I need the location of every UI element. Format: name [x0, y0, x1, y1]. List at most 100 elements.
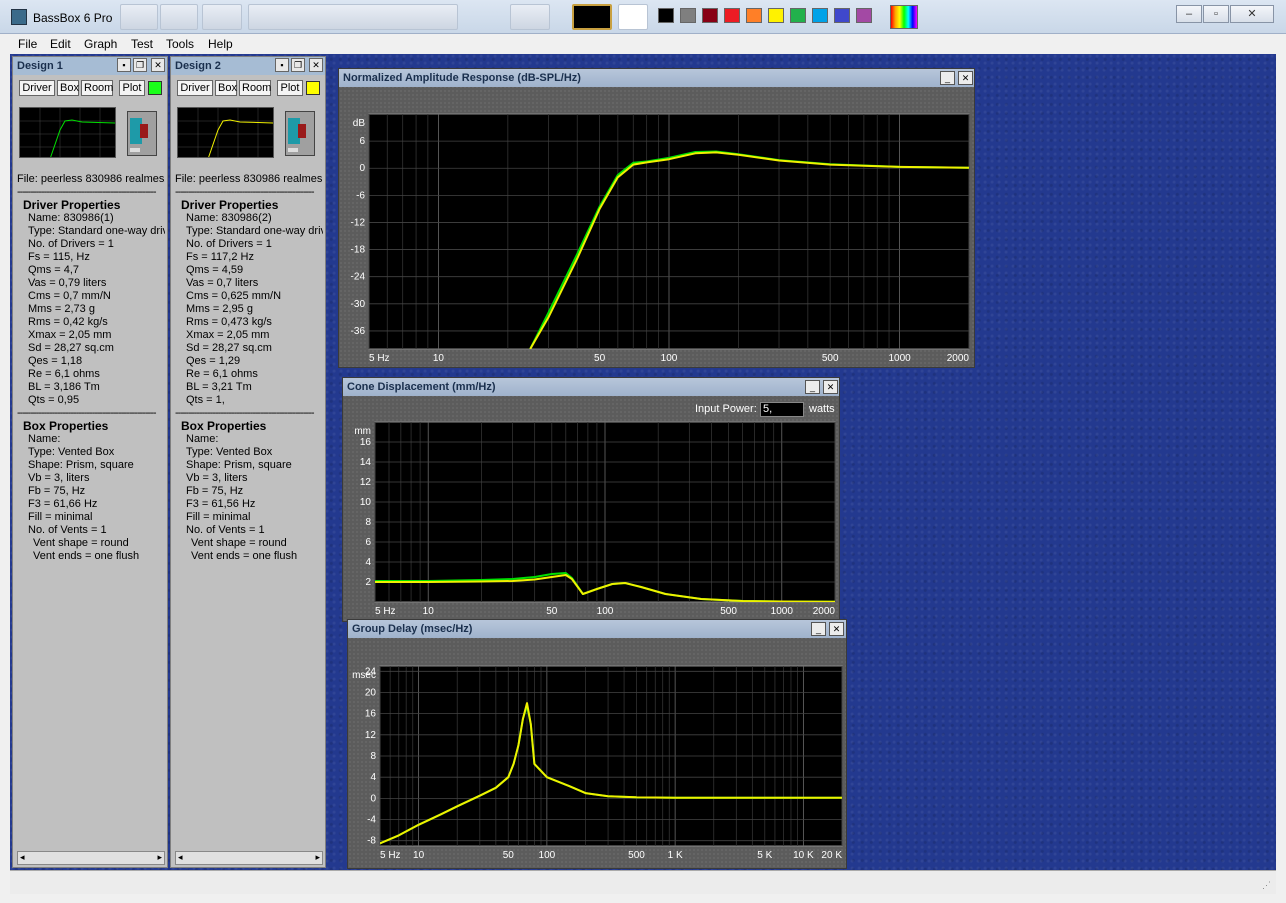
plot-color-swatch[interactable] — [306, 81, 320, 95]
y-tick-label: 12 — [360, 477, 372, 488]
save-icon[interactable]: ▪ — [275, 58, 289, 72]
x-tick-label: 50 — [503, 850, 515, 861]
copy-icon[interactable]: ❐ — [133, 58, 147, 72]
box-button[interactable]: Box — [215, 80, 237, 96]
x-tick-label: 500 — [822, 353, 839, 364]
edit-colors-button[interactable] — [890, 5, 918, 29]
menu-test[interactable]: Test — [131, 37, 153, 51]
copy-icon[interactable]: ❐ — [291, 58, 305, 72]
y-tick-label: 8 — [365, 517, 371, 528]
close-button[interactable]: ✕ — [1230, 5, 1274, 23]
design-panel-2: Design 2 ▪ ❐ ✕ Driver Box Room Plot File… — [170, 56, 326, 868]
x-tick-label: 10 — [423, 606, 435, 617]
toolbar-tool-button[interactable] — [510, 4, 550, 30]
menu-graph[interactable]: Graph — [84, 37, 117, 51]
property-line: No. of Drivers = 1 — [28, 238, 114, 250]
y-tick-label: -30 — [351, 299, 366, 310]
current-color-button[interactable] — [572, 4, 612, 30]
property-line: Vent shape = round — [33, 537, 129, 549]
x-tick-label: 10 — [413, 850, 425, 861]
close-icon[interactable]: ✕ — [151, 58, 165, 72]
toolbar-tool-button[interactable] — [618, 4, 648, 30]
minimize-button[interactable]: – — [1176, 5, 1202, 23]
plot-button[interactable]: Plot — [277, 80, 303, 96]
property-line: Vb = 3, liters — [186, 472, 248, 484]
box-button[interactable]: Box — [57, 80, 79, 96]
property-line: Sd = 28,27 sq.cm — [28, 342, 114, 354]
color-swatch[interactable] — [724, 8, 740, 23]
x-tick-label: 1000 — [771, 606, 794, 617]
color-swatch[interactable] — [746, 8, 762, 23]
x-tick-label: 50 — [594, 353, 606, 364]
driver-button[interactable]: Driver — [19, 80, 55, 96]
property-line: Shape: Prism, square — [28, 459, 134, 471]
property-line: No. of Drivers = 1 — [186, 238, 272, 250]
property-line: Sd = 28,27 sq.cm — [186, 342, 272, 354]
property-line: No. of Vents = 1 — [28, 524, 107, 536]
property-line: F3 = 61,66 Hz — [28, 498, 98, 510]
menu-file[interactable]: File — [18, 37, 37, 51]
properties-list: File: peerless 830986 realmes2.bl ------… — [17, 173, 165, 562]
property-line: Fs = 117,2 Hz — [186, 251, 254, 263]
plot-color-swatch[interactable] — [148, 81, 162, 95]
y-axis-label: dB — [353, 118, 366, 129]
color-swatch[interactable] — [812, 8, 828, 23]
property-line: Qms = 4,7 — [28, 264, 80, 276]
cone-displacement-window: Cone Displacement (mm/Hz) _ ✕ Input Powe… — [342, 377, 840, 622]
y-tick-label: 12 — [365, 730, 377, 741]
property-line: Re = 6,1 ohms — [186, 368, 258, 380]
property-line: Vb = 3, liters — [28, 472, 90, 484]
x-tick-label: 2000 — [813, 606, 836, 617]
property-line: Re = 6,1 ohms — [28, 368, 100, 380]
toolbar-tool-button[interactable] — [160, 4, 198, 30]
color-swatch[interactable] — [790, 8, 806, 23]
plot-button[interactable]: Plot — [119, 80, 145, 96]
driver-properties-header: Driver Properties — [23, 198, 121, 212]
x-tick-label: 100 — [597, 606, 614, 617]
menu-help[interactable]: Help — [208, 37, 233, 51]
horizontal-scrollbar[interactable]: ◂ ▸ — [175, 851, 323, 865]
property-line: Qts = 0,95 — [28, 394, 80, 406]
x-tick-label: 50 — [546, 606, 558, 617]
y-axis-label: mm — [354, 426, 371, 437]
toolbar-tool-button[interactable] — [120, 4, 158, 30]
property-line: Type: Vented Box — [28, 446, 115, 458]
menu-bar: File Edit Graph Test Tools Help — [10, 35, 1276, 54]
y-tick-label: -18 — [351, 245, 366, 256]
horizontal-scrollbar[interactable]: ◂ ▸ — [17, 851, 165, 865]
property-line: Qts = 1, — [186, 394, 225, 406]
property-line: Name: — [186, 433, 219, 445]
save-icon[interactable]: ▪ — [117, 58, 131, 72]
maximize-button[interactable]: ▫ — [1203, 5, 1229, 23]
property-line: Vent shape = round — [191, 537, 287, 549]
x-tick-label: 10 — [433, 353, 445, 364]
color-swatch[interactable] — [856, 8, 872, 23]
resize-grip-icon[interactable]: ⋰ — [1262, 880, 1274, 892]
room-button[interactable]: Room — [239, 80, 271, 96]
property-line: No. of Vents = 1 — [186, 524, 265, 536]
property-line: Qes = 1,29 — [186, 355, 241, 367]
color-swatch[interactable] — [834, 8, 850, 23]
y-axis-label: msec — [352, 670, 376, 681]
color-swatch[interactable] — [680, 8, 696, 23]
box-properties-header: Box Properties — [181, 419, 267, 433]
color-swatch[interactable] — [768, 8, 784, 23]
y-tick-label: 2 — [365, 577, 371, 588]
property-line: Xmax = 2,05 mm — [186, 329, 270, 341]
x-tick-label: 5 Hz — [369, 353, 390, 364]
color-swatch[interactable] — [702, 8, 718, 23]
property-line: Type: Standard one-way driver — [28, 225, 165, 237]
property-line: Mms = 2,73 g — [28, 303, 95, 315]
menu-tools[interactable]: Tools — [166, 37, 194, 51]
color-swatch[interactable] — [658, 8, 674, 23]
menu-edit[interactable]: Edit — [50, 37, 71, 51]
toolbar-tool-button[interactable] — [202, 4, 242, 30]
speaker-box-icon — [285, 111, 315, 156]
close-icon[interactable]: ✕ — [309, 58, 323, 72]
room-button[interactable]: Room — [81, 80, 113, 96]
driver-button[interactable]: Driver — [177, 80, 213, 96]
x-tick-label: 2000 — [947, 353, 970, 364]
x-tick-label: 5 Hz — [380, 850, 401, 861]
property-line: Cms = 0,7 mm/N — [28, 290, 111, 302]
toolbar-tool-button[interactable] — [248, 4, 458, 30]
